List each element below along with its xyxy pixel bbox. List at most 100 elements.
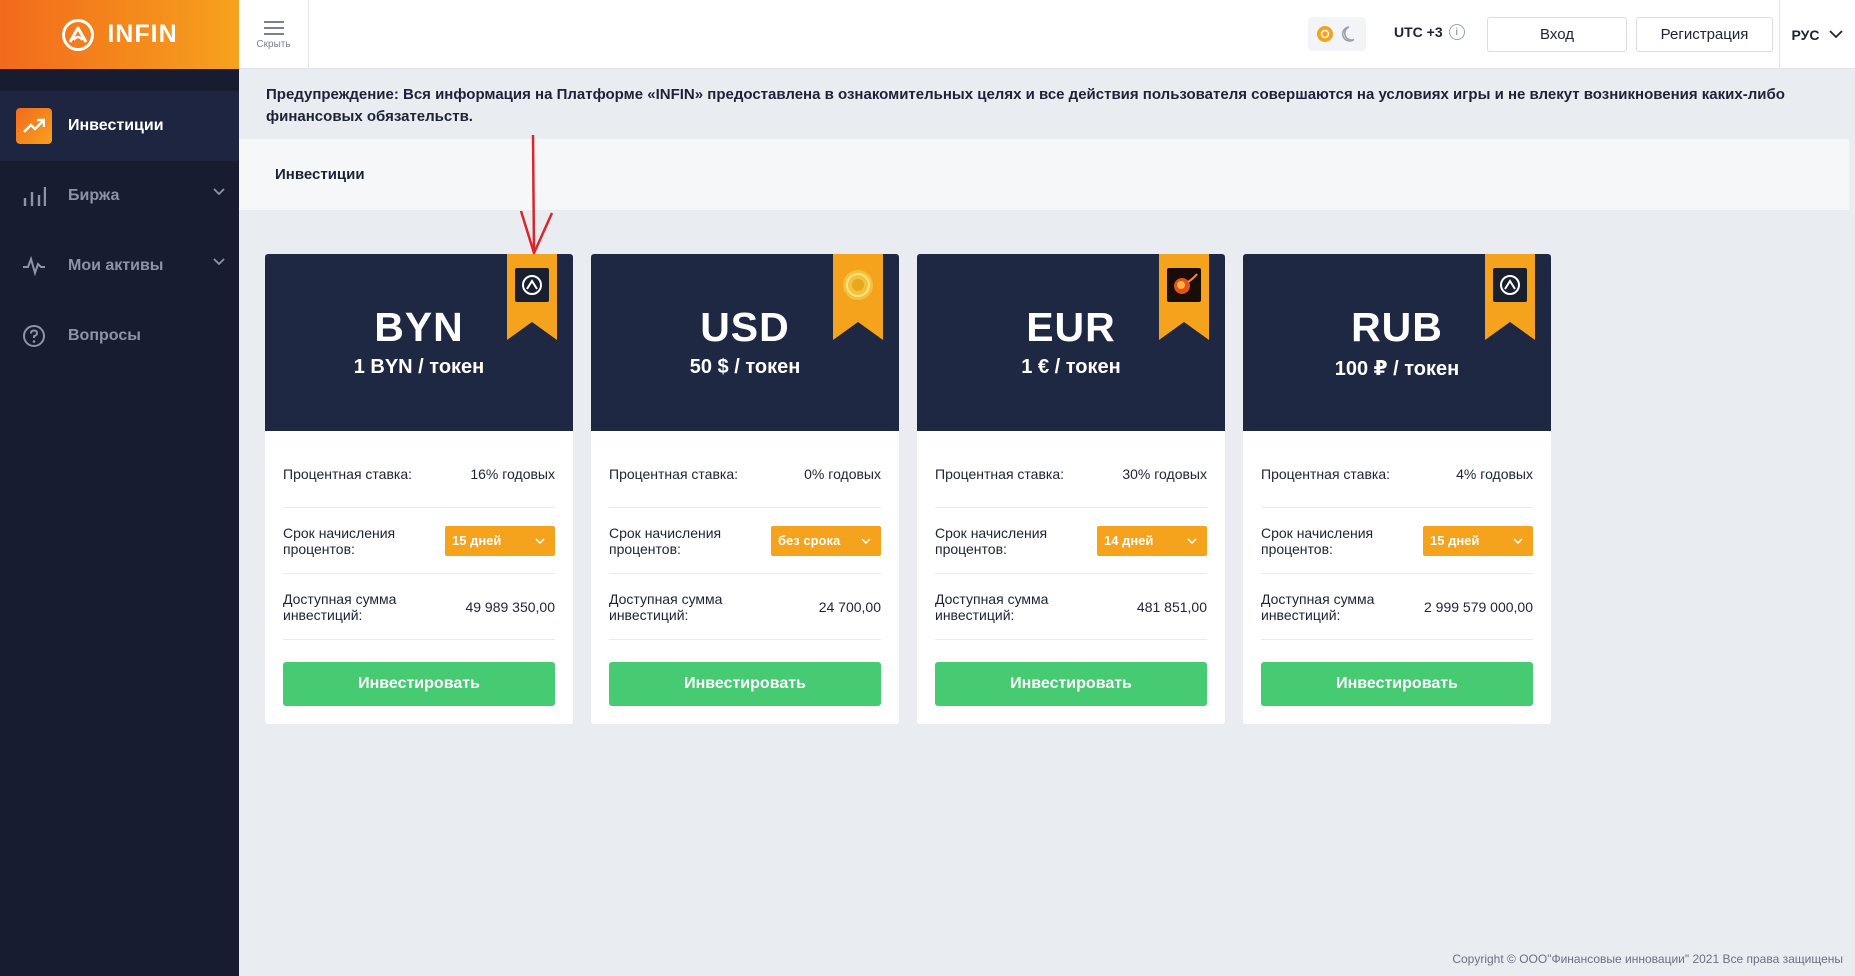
card-header: USD 50 $ / токен bbox=[591, 254, 899, 431]
term-row: Срок начисления процентов: 14 дней bbox=[935, 508, 1207, 574]
term-value: 15 дней bbox=[452, 533, 502, 548]
sum-value: 49 989 350,00 bbox=[465, 598, 555, 615]
invest-button[interactable]: Инвестировать bbox=[935, 662, 1207, 706]
ribbon-badge bbox=[507, 254, 557, 340]
card-body: Процентная ставка: 4% годовых Срок начис… bbox=[1243, 431, 1551, 706]
logo[interactable]: INFIN bbox=[0, 0, 239, 69]
card-body: Процентная ставка: 16% годовых Срок начи… bbox=[265, 431, 573, 706]
chevron-down-icon bbox=[213, 258, 225, 266]
sidebar-item-investments[interactable]: Инвестиции bbox=[0, 91, 239, 161]
ribbon-badge bbox=[1159, 254, 1209, 340]
available-sum-row: Доступная сумма инвестиций: 2 999 579 00… bbox=[1261, 574, 1533, 640]
sidebar-item-exchange[interactable]: Биржа bbox=[0, 161, 239, 231]
timezone: UTC +3 i bbox=[1394, 24, 1465, 40]
info-icon[interactable]: i bbox=[1448, 24, 1465, 40]
sum-label: Доступная сумма инвестиций: bbox=[609, 590, 723, 623]
language-label: РУС bbox=[1791, 26, 1820, 43]
term-select[interactable]: 15 дней bbox=[1423, 525, 1533, 556]
sidebar-item-questions[interactable]: Вопросы bbox=[0, 301, 239, 371]
interest-rate-row: Процентная ставка: 0% годовых bbox=[609, 431, 881, 508]
card-header: RUB 100 ₽ / токен bbox=[1243, 254, 1551, 431]
sum-value: 481 851,00 bbox=[1136, 598, 1207, 615]
invest-button[interactable]: Инвестировать bbox=[283, 662, 555, 706]
invest-button[interactable]: Инвестировать bbox=[609, 662, 881, 706]
bar-chart-icon bbox=[16, 178, 52, 214]
term-value: 14 дней bbox=[1104, 533, 1154, 548]
moon-icon[interactable] bbox=[1340, 24, 1360, 44]
sidebar: INFIN Инвестиции Биржа Мои активы Вопрос… bbox=[0, 0, 239, 976]
rate-value: 0% годовых bbox=[804, 466, 881, 482]
term-select[interactable]: 14 дней bbox=[1097, 525, 1207, 556]
term-label: Срок начисления процентов: bbox=[283, 524, 396, 557]
chevron-down-icon bbox=[535, 537, 545, 544]
ribbon-badge bbox=[1485, 254, 1535, 340]
term-row: Срок начисления процентов: 15 дней bbox=[1261, 508, 1533, 574]
timezone-label: UTC +3 bbox=[1394, 24, 1443, 40]
card-body: Процентная ставка: 30% годовых Срок начи… bbox=[917, 431, 1225, 706]
sidebar-item-label: Мои активы bbox=[68, 257, 164, 274]
investment-card: USD 50 $ / токен Процентная ставка: 0% г… bbox=[591, 254, 899, 724]
login-button[interactable]: Вход bbox=[1487, 17, 1627, 52]
theme-toggle[interactable] bbox=[1308, 17, 1366, 51]
card-token-price: 50 $ / токен bbox=[689, 356, 801, 378]
topbar: Скрыть UTC +3 i Вход Регистрация РУС bbox=[239, 0, 1855, 69]
brand-name: INFIN bbox=[107, 20, 178, 48]
infin-logo-icon bbox=[515, 268, 549, 302]
register-button[interactable]: Регистрация bbox=[1636, 17, 1773, 52]
page-title: Инвестиции bbox=[239, 139, 1849, 210]
hamburger-icon bbox=[263, 20, 284, 35]
interest-rate-row: Процентная ставка: 30% годовых bbox=[935, 431, 1207, 508]
term-label: Срок начисления процентов: bbox=[609, 524, 722, 557]
chevron-down-icon bbox=[861, 537, 871, 544]
available-sum-row: Доступная сумма инвестиций: 24 700,00 bbox=[609, 574, 881, 640]
sum-value: 2 999 579 000,00 bbox=[1424, 598, 1533, 615]
sum-label: Доступная сумма инвестиций: bbox=[1261, 590, 1375, 623]
rate-value: 30% годовых bbox=[1122, 466, 1207, 482]
sidebar-item-label: Вопросы bbox=[68, 327, 141, 344]
term-select[interactable]: без срока bbox=[771, 525, 881, 556]
infin-logo-icon bbox=[62, 18, 95, 51]
rate-label: Процентная ставка: bbox=[609, 466, 739, 482]
ribbon-badge bbox=[833, 254, 883, 340]
investment-card: RUB 100 ₽ / токен Процентная ставка: 4% … bbox=[1243, 254, 1551, 724]
term-row: Срок начисления процентов: 15 дней bbox=[283, 508, 555, 574]
card-header: BYN 1 BYN / токен bbox=[265, 254, 573, 431]
card-token-price: 1 € / токен bbox=[1021, 356, 1121, 378]
sum-label: Доступная сумма инвестиций: bbox=[935, 590, 1049, 623]
invest-button[interactable]: Инвестировать bbox=[1261, 662, 1533, 706]
gold-coin-icon bbox=[841, 268, 875, 302]
fire-planet-icon bbox=[1167, 268, 1201, 302]
term-label: Срок начисления процентов: bbox=[935, 524, 1048, 557]
sidebar-nav: Инвестиции Биржа Мои активы Вопросы bbox=[0, 91, 239, 371]
rate-value: 4% годовых bbox=[1456, 466, 1533, 482]
card-token-price: 100 ₽ / токен bbox=[1334, 358, 1460, 380]
term-label: Срок начисления процентов: bbox=[1261, 524, 1374, 557]
rate-label: Процентная ставка: bbox=[1261, 466, 1391, 482]
available-sum-row: Доступная сумма инвестиций: 481 851,00 bbox=[935, 574, 1207, 640]
chevron-down-icon bbox=[1187, 537, 1197, 544]
language-select[interactable]: РУС bbox=[1779, 0, 1855, 69]
sun-icon[interactable] bbox=[1315, 24, 1335, 44]
term-row: Срок начисления процентов: без срока bbox=[609, 508, 881, 574]
card-token-price: 1 BYN / токен bbox=[353, 356, 485, 378]
question-icon bbox=[16, 318, 52, 354]
investment-card: EUR 1 € / токен Процентная ставка: 30% г… bbox=[917, 254, 1225, 724]
chevron-down-icon bbox=[213, 188, 225, 196]
sidebar-item-my-assets[interactable]: Мои активы bbox=[0, 231, 239, 301]
trend-up-icon bbox=[16, 108, 52, 144]
rate-label: Процентная ставка: bbox=[283, 466, 413, 482]
term-select[interactable]: 15 дней bbox=[445, 525, 555, 556]
sum-value: 24 700,00 bbox=[818, 598, 881, 615]
hide-sidebar-button[interactable]: Скрыть bbox=[239, 0, 309, 69]
chevron-down-icon bbox=[1513, 537, 1523, 544]
hide-label: Скрыть bbox=[256, 38, 291, 50]
disclaimer-text: Предупреждение: Вся информация на Платфо… bbox=[266, 86, 1785, 125]
interest-rate-row: Процентная ставка: 16% годовых bbox=[283, 431, 555, 508]
infin-logo-icon bbox=[1493, 268, 1527, 302]
rate-label: Процентная ставка: bbox=[935, 466, 1065, 482]
sidebar-item-label: Биржа bbox=[68, 187, 120, 204]
available-sum-row: Доступная сумма инвестиций: 49 989 350,0… bbox=[283, 574, 555, 640]
card-body: Процентная ставка: 0% годовых Срок начис… bbox=[591, 431, 899, 706]
card-header: EUR 1 € / токен bbox=[917, 254, 1225, 431]
term-value: 15 дней bbox=[1430, 533, 1480, 548]
